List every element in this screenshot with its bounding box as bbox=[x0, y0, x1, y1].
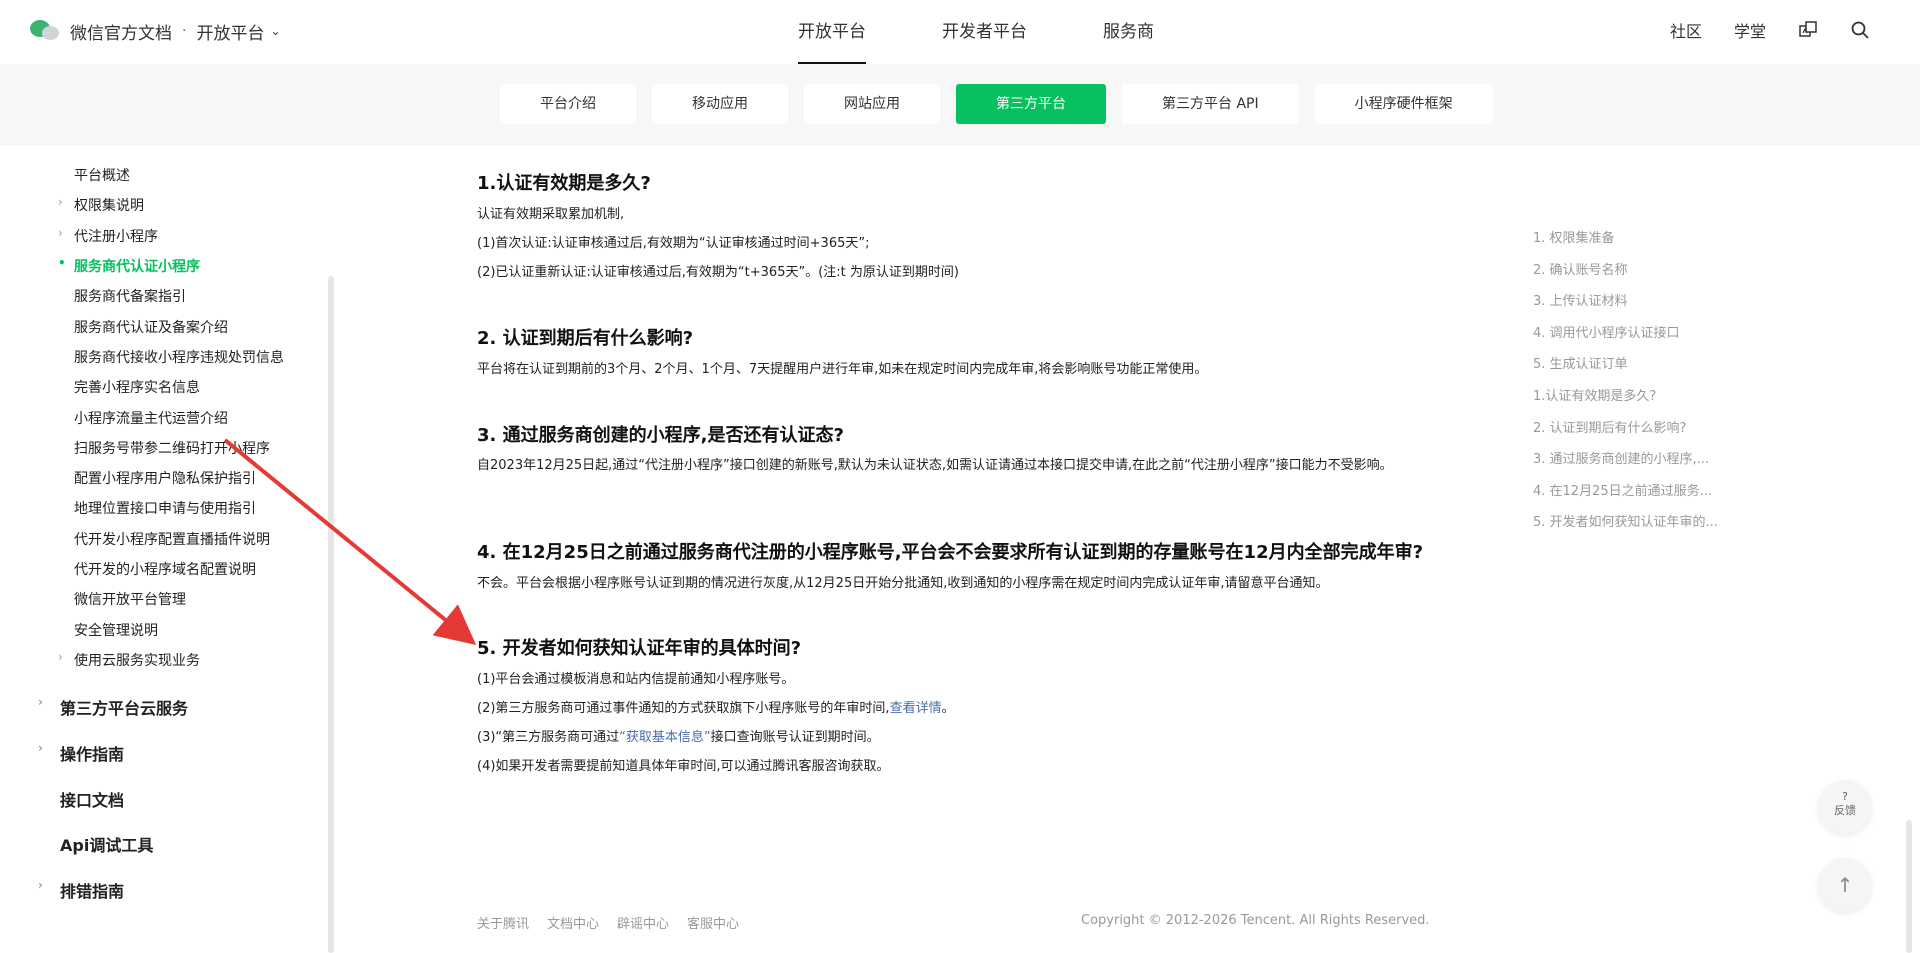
annotation-arrow bbox=[223, 438, 477, 646]
annotation-arrow-line bbox=[223, 438, 477, 646]
